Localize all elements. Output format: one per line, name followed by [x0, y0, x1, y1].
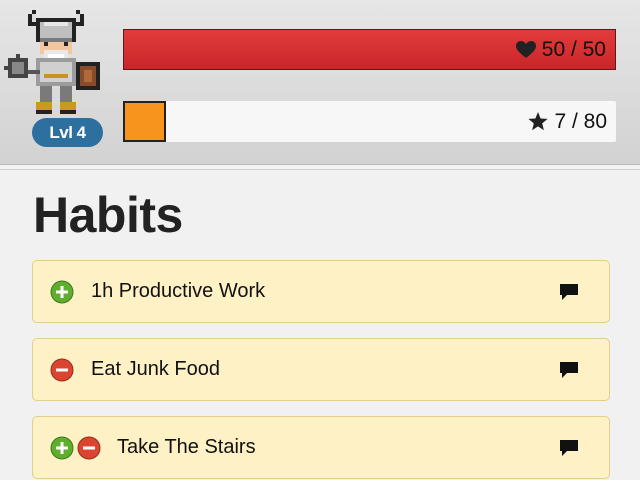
habit-controls: [50, 280, 74, 304]
experience-bar: 7 / 80: [123, 101, 616, 142]
comment-icon[interactable]: [559, 361, 579, 379]
plus-circle-icon[interactable]: [50, 436, 74, 460]
stats-header: Lvl 4 50 / 50 7 / 80: [0, 0, 640, 165]
level-badge: Lvl 4: [32, 118, 103, 147]
experience-text: 7 / 80: [554, 109, 607, 133]
avatar[interactable]: [4, 10, 108, 118]
star-icon: [528, 112, 549, 131]
minus-circle-icon[interactable]: [77, 436, 101, 460]
habit-label: Eat Junk Food: [91, 358, 220, 380]
comment-icon[interactable]: [559, 283, 579, 301]
habit-label: Take The Stairs: [117, 436, 256, 458]
section-title: Habits: [33, 187, 183, 243]
plus-circle-icon[interactable]: [50, 280, 74, 304]
experience-bar-fill: [123, 101, 167, 142]
habit-controls: [50, 436, 101, 460]
habit-item[interactable]: Eat Junk Food: [32, 338, 610, 401]
heart-icon: [515, 40, 536, 58]
habit-label: 1h Productive Work: [91, 280, 266, 302]
health-readout: 50 / 50: [515, 30, 606, 69]
habit-controls: [50, 358, 74, 382]
experience-readout: 7 / 80: [528, 101, 607, 142]
habit-item[interactable]: 1h Productive Work: [32, 260, 610, 323]
minus-circle-icon[interactable]: [50, 358, 74, 382]
habit-item[interactable]: Take The Stairs: [32, 416, 610, 479]
health-text: 50 / 50: [541, 37, 606, 61]
comment-icon[interactable]: [559, 439, 579, 457]
health-bar: 50 / 50: [123, 29, 616, 70]
